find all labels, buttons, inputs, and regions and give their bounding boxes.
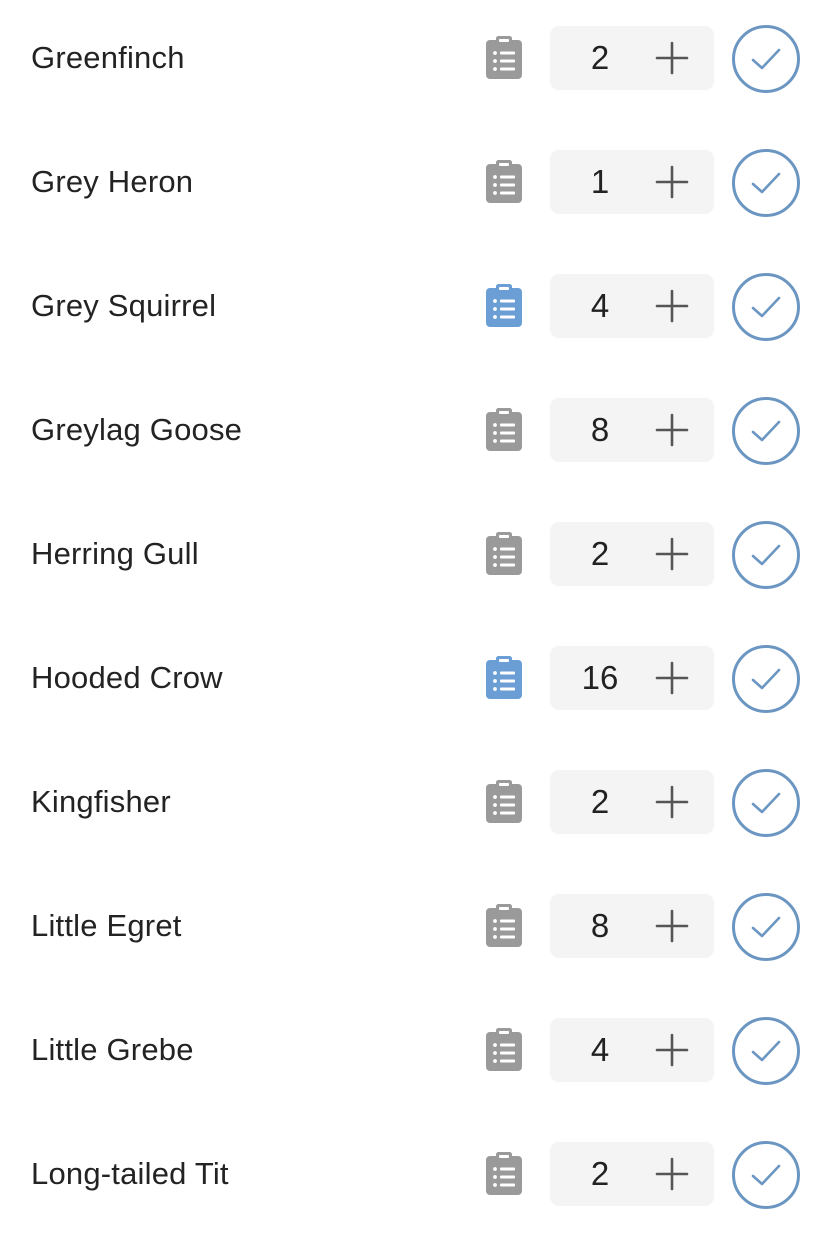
clipboard-list-icon[interactable] (485, 532, 523, 576)
count-stepper: 1 (550, 150, 714, 214)
species-row-little-egret: Little Egret 8 (0, 868, 828, 992)
count-value[interactable]: 1 (550, 150, 650, 214)
species-name: Kingfisher (31, 784, 171, 819)
species-row-greenfinch: Greenfinch 2 (0, 0, 828, 124)
clipboard-list-icon[interactable] (485, 284, 523, 328)
check-circle-icon[interactable] (731, 1140, 801, 1210)
species-name: Grey Squirrel (31, 288, 217, 323)
clipboard-list-icon[interactable] (485, 408, 523, 452)
species-row-hooded-crow: Hooded Crow 16 (0, 620, 828, 744)
count-value[interactable]: 8 (550, 894, 650, 958)
species-row-kingfisher: Kingfisher 2 (0, 744, 828, 868)
count-value[interactable]: 4 (550, 274, 650, 338)
count-stepper: 4 (550, 274, 714, 338)
check-circle-icon[interactable] (731, 520, 801, 590)
check-circle-icon[interactable] (731, 1016, 801, 1086)
species-row-herring-gull: Herring Gull 2 (0, 496, 828, 620)
count-stepper: 4 (550, 1018, 714, 1082)
plus-icon[interactable] (654, 536, 690, 572)
count-stepper: 2 (550, 770, 714, 834)
plus-icon[interactable] (654, 1156, 690, 1192)
count-value[interactable]: 8 (550, 398, 650, 462)
check-circle-icon[interactable] (731, 396, 801, 466)
clipboard-list-icon[interactable] (485, 36, 523, 80)
species-name: Greylag Goose (31, 412, 243, 447)
count-value[interactable]: 2 (550, 770, 650, 834)
species-row-grey-squirrel: Grey Squirrel 4 (0, 248, 828, 372)
species-row-little-grebe: Little Grebe 4 (0, 992, 828, 1116)
plus-icon[interactable] (654, 40, 690, 76)
species-name: Grey Heron (31, 164, 194, 199)
check-circle-icon[interactable] (731, 768, 801, 838)
count-value[interactable]: 4 (550, 1018, 650, 1082)
plus-icon[interactable] (654, 908, 690, 944)
count-stepper: 2 (550, 522, 714, 586)
clipboard-list-icon[interactable] (485, 904, 523, 948)
count-stepper: 16 (550, 646, 714, 710)
check-circle-icon[interactable] (731, 272, 801, 342)
plus-icon[interactable] (654, 164, 690, 200)
clipboard-list-icon[interactable] (485, 1028, 523, 1072)
count-value[interactable]: 2 (550, 522, 650, 586)
plus-icon[interactable] (654, 660, 690, 696)
clipboard-list-icon[interactable] (485, 656, 523, 700)
count-stepper: 8 (550, 398, 714, 462)
count-value[interactable]: 2 (550, 26, 650, 90)
count-value[interactable]: 2 (550, 1142, 650, 1206)
species-list: Greenfinch 2 Grey Heron 1 Grey Squirrel … (0, 0, 828, 1214)
plus-icon[interactable] (654, 412, 690, 448)
clipboard-list-icon[interactable] (485, 780, 523, 824)
species-name: Greenfinch (31, 40, 185, 75)
count-value[interactable]: 16 (550, 646, 650, 710)
clipboard-list-icon[interactable] (485, 160, 523, 204)
count-stepper: 2 (550, 26, 714, 90)
count-stepper: 2 (550, 1142, 714, 1206)
species-name: Little Egret (31, 908, 182, 943)
plus-icon[interactable] (654, 288, 690, 324)
species-name: Hooded Crow (31, 660, 223, 695)
plus-icon[interactable] (654, 784, 690, 820)
check-circle-icon[interactable] (731, 148, 801, 218)
species-name: Long-tailed Tit (31, 1156, 229, 1191)
check-circle-icon[interactable] (731, 24, 801, 94)
species-name: Herring Gull (31, 536, 199, 571)
plus-icon[interactable] (654, 1032, 690, 1068)
species-row-long-tailed-tit: Long-tailed Tit 2 (0, 1116, 828, 1240)
species-row-greylag-goose: Greylag Goose 8 (0, 372, 828, 496)
clipboard-list-icon[interactable] (485, 1152, 523, 1196)
species-name: Little Grebe (31, 1032, 194, 1067)
check-circle-icon[interactable] (731, 892, 801, 962)
count-stepper: 8 (550, 894, 714, 958)
species-row-grey-heron: Grey Heron 1 (0, 124, 828, 248)
check-circle-icon[interactable] (731, 644, 801, 714)
